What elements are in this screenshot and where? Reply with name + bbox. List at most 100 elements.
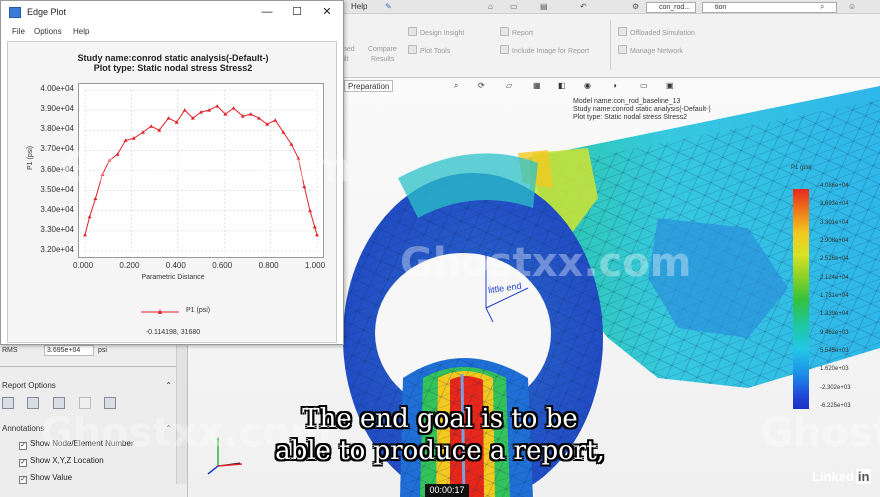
ribbon-tab-bar: Help ✎ ⌂ ▭ ▤ ↶ ⚙ con_rod... tion ⌕ ☺ [340,0,880,14]
data-point [315,232,319,237]
edge-plot-body: Study name:conrod static analysis(-Defau… [7,41,337,343]
edge-plot-titlebar[interactable]: Edge Plot — ☐ ✕ [1,1,343,25]
legend-value: 1.620e+03 [820,366,849,373]
checkbox-show-value[interactable]: ✓ Show Value [19,473,72,484]
tab-help[interactable]: Help [351,2,367,11]
legend-title: P1 (psi) [791,165,812,171]
data-point [248,112,253,116]
data-point [93,196,98,201]
stress-colorbar [793,189,809,409]
print-icon[interactable]: ▤ [540,2,548,11]
y-tick-label: 3.80e+04 [40,124,74,134]
compare-results-label: Results [371,56,395,63]
report-options-header[interactable]: Report Options ⌃ [0,380,176,392]
app-window: RMS 3.695e+04 psi Report Options ⌃ Annot… [0,0,880,497]
menu-options[interactable]: Options [34,27,62,36]
legend-value: 1.339e+04 [820,311,849,318]
y-tick-label: 4.00e+04 [40,84,74,93]
offload-icon [618,27,627,36]
data-point [83,232,87,237]
plot-tools-button[interactable]: Plot Tools [408,45,450,55]
undo-icon[interactable]: ↶ [580,2,587,11]
data-point [273,118,278,122]
video-timecode: 00:00:17 [425,484,469,497]
compare-results-button[interactable]: Compare [368,46,397,53]
insight-icon [408,27,417,36]
rms-row: RMS 3.695e+04 psi [0,345,176,357]
menu-help[interactable]: Help [73,27,89,36]
x-tick-label: 0.600 [212,261,233,270]
x-tick-label: 0.800 [258,261,279,270]
manage-network-button[interactable]: Manage Network [618,45,683,55]
chart-legend: P1 (psi) [8,306,338,318]
x-tick-label: 0.000 [73,261,94,270]
x-axis-label: Parametric Distance [141,274,205,281]
legend-value: -2.302e+03 [820,384,851,391]
report-button[interactable]: Report [500,27,533,37]
legend-value: 2.124e+04 [820,274,849,281]
x-tick-label: 0.400 [165,261,186,270]
x-tick-label: 0.200 [119,261,140,270]
minimize-button[interactable]: — [257,5,277,19]
report-options-title: Report Options [2,381,56,390]
legend-value: 3.301e+04 [820,219,849,226]
design-insight-button[interactable]: Design Insight [408,27,464,37]
subtitle-line-2: able to produce a report, [275,436,605,466]
window-title: Edge Plot [27,7,67,17]
legend-value: 4.086e+04 [820,183,849,189]
data-point [149,124,154,128]
rms-unit: psi [98,347,107,354]
offloaded-simulation-button[interactable]: Offloaded Simulation [618,27,695,37]
rms-label: RMS [2,347,18,354]
report-icon [500,27,509,36]
cursor-readout: -0.114198, 31680 [145,329,201,336]
watermark: Ghostxx.com [60,145,352,191]
network-icon [618,45,627,54]
legend-value: 2.516e+04 [820,256,849,263]
linkedin-logo: Linked in [812,469,872,484]
gear-icon[interactable]: ⚙ [632,2,639,11]
menu-file[interactable]: File [12,27,25,36]
home-icon[interactable]: ⌂ [488,2,493,11]
legend-value: 9.462e+03 [820,329,849,336]
y-axis-label: P1 (psi) [27,145,34,170]
x-tick-label: 1.000 [305,261,326,270]
edge-plot-menubar: File Options Help [1,25,343,39]
user-icon[interactable]: ☺ [848,2,856,11]
study-info: Model name:con_rod_baseline_13 Study nam… [573,98,711,121]
open-icon[interactable]: ▭ [510,2,518,11]
search-input[interactable]: tion [702,2,837,13]
ribbon: Help ✎ ⌂ ▭ ▤ ↶ ⚙ con_rod... tion ⌕ ☺ med… [340,0,880,78]
close-button[interactable]: ✕ [317,5,337,19]
legend-value: 5.545e+03 [820,348,849,354]
pin-icon[interactable]: ✎ [385,2,392,11]
plot-subtitle: Plot type: Static nodal stress Stress2 [93,63,253,73]
maximize-button[interactable]: ☐ [287,5,307,19]
legend-value: 3.693e+04 [820,201,849,208]
data-point [308,208,313,213]
y-tick-label: 3.90e+04 [40,104,74,114]
check-icon[interactable]: ✓ [19,476,27,484]
data-point [166,116,171,120]
legend-swatch [141,309,179,314]
data-point [231,106,236,110]
file-name-field[interactable]: con_rod... [646,2,696,13]
subtitle-line-1: The end goal is to be [302,404,578,434]
image-icon [500,45,509,54]
legend-value: 2.908e+04 [820,238,849,244]
rms-value[interactable]: 3.695e+04 [44,345,94,356]
data-point [312,224,317,229]
include-image-button[interactable]: Include Image for Report [500,45,589,55]
plot-tools-icon [408,45,417,54]
legend-label: P1 (psi) [186,307,211,314]
plot-title: Study name:conrod static analysis(-Defau… [77,53,269,63]
watermark: Ghostxx.com [400,240,692,286]
search-icon[interactable]: ⌕ [820,2,824,12]
collapse-icon[interactable]: ⌃ [165,380,172,392]
chart-app-icon [9,7,21,18]
data-point [215,104,220,108]
legend-value: 1.731e+04 [820,293,849,299]
y-tick-label: 3.20e+04 [40,245,74,254]
y-tick-label: 3.30e+04 [40,224,74,234]
y-tick-label: 3.40e+04 [40,204,74,214]
